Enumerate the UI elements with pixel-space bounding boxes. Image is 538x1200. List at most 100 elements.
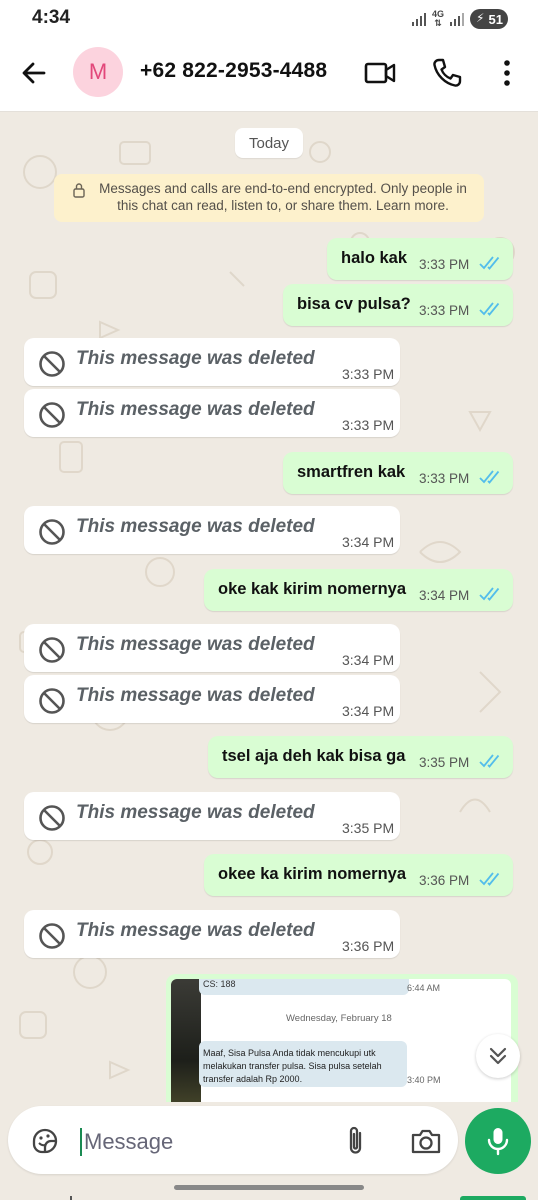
message-text: oke kak kirim nomernya — [218, 580, 407, 598]
charging-bolt-icon: ⚡ — [476, 11, 485, 25]
contact-name[interactable]: +62 822-2953-4488 — [140, 59, 327, 83]
ban-icon — [39, 688, 65, 714]
image-dark-strip — [171, 979, 201, 1102]
double-check-icon — [479, 754, 500, 768]
chat-header: M +62 822-2953-4488 — [0, 36, 538, 112]
attach-icon — [349, 1126, 362, 1154]
image-chip-2: Maaf, Sisa Pulsa Anda tidak mencukupi ut… — [199, 1041, 407, 1087]
image-chip-1: CS: 188 — [199, 979, 409, 995]
more-vert-icon — [504, 60, 510, 86]
deleted-message-text: This message was deleted — [76, 399, 315, 420]
chat-area[interactable]: Today Messages and calls are end-to-end … — [0, 112, 538, 1102]
message-bubble-incoming[interactable]: This message was deleted 3:36 PM — [24, 910, 400, 958]
deleted-message-text: This message was deleted — [76, 634, 315, 655]
camera-icon — [411, 1129, 441, 1154]
lock-icon — [73, 183, 85, 198]
nav-edge-green — [460, 1196, 526, 1200]
ban-icon — [39, 637, 65, 663]
message-text: smartfren kak — [297, 463, 406, 481]
home-indicator[interactable] — [174, 1185, 364, 1190]
encryption-notice-text: Messages and calls are end-to-end encryp… — [99, 181, 467, 213]
double-check-icon — [479, 587, 500, 601]
message-bubble-incoming[interactable]: This message was deleted 3:35 PM — [24, 792, 400, 840]
contact-avatar[interactable]: M — [73, 47, 123, 97]
ban-icon — [39, 519, 65, 545]
camera-button[interactable] — [410, 1126, 442, 1156]
message-bubble-incoming[interactable]: This message was deleted 3:34 PM — [24, 624, 400, 672]
message-bubble-incoming[interactable]: This message was deleted 3:34 PM — [24, 506, 400, 554]
image-date: Wednesday, February 18 — [286, 1013, 392, 1024]
image-chip-2-time: 3:40 PM — [407, 1075, 441, 1085]
message-time: 3:36 PM — [419, 873, 470, 888]
video-call-icon — [364, 62, 396, 84]
message-bubble-outgoing[interactable]: oke kak kirim nomernya 3:34 PM — [204, 569, 513, 611]
message-bubble-outgoing[interactable]: okee ka kirim nomernya 3:36 PM — [204, 854, 513, 896]
mic-icon — [487, 1128, 509, 1156]
battery-level: 51 — [488, 11, 503, 27]
message-input[interactable]: Message — [84, 1129, 173, 1155]
message-text: halo kak — [341, 249, 408, 267]
message-time: 3:33 PM — [419, 257, 470, 272]
status-bar: 4:34 4G ⇅ ⚡ 51 — [0, 0, 538, 36]
deleted-message-text: This message was deleted — [76, 920, 315, 941]
message-bubble-outgoing[interactable]: smartfren kak 3:33 PM — [283, 452, 513, 494]
message-bubble-outgoing[interactable]: halo kak 3:33 PM — [327, 238, 513, 280]
message-text: tsel aja deh kak bisa ga — [222, 747, 406, 765]
scroll-to-bottom-button[interactable] — [476, 1034, 520, 1078]
date-chip: Today — [235, 128, 304, 158]
ban-icon — [39, 402, 65, 428]
chevron-double-down-icon — [489, 1047, 507, 1065]
message-time: 3:33 PM — [342, 366, 395, 382]
screenshot-image[interactable]: CS: 188 6:44 AM Wednesday, February 18 M… — [171, 979, 511, 1102]
message-time: 3:33 PM — [419, 471, 470, 486]
more-options-button[interactable] — [490, 56, 524, 90]
attach-button[interactable] — [342, 1124, 370, 1158]
message-time: 3:35 PM — [419, 755, 470, 770]
message-time: 3:36 PM — [342, 938, 395, 954]
status-icons: 4G ⇅ ⚡ 51 — [411, 8, 508, 30]
message-time: 3:33 PM — [342, 417, 395, 433]
image-message-bubble[interactable]: CS: 188 6:44 AM Wednesday, February 18 M… — [166, 974, 518, 1102]
message-bubble-incoming[interactable]: This message was deleted 3:33 PM — [24, 338, 400, 386]
message-time: 3:35 PM — [342, 820, 395, 836]
message-bubble-outgoing[interactable]: bisa cv pulsa? 3:33 PM — [283, 284, 513, 326]
deleted-message-text: This message was deleted — [76, 516, 315, 537]
message-text: okee ka kirim nomernya — [218, 865, 407, 883]
message-time: 3:34 PM — [342, 703, 395, 719]
back-arrow-icon — [22, 62, 46, 84]
back-button[interactable] — [18, 57, 50, 89]
deleted-message-text: This message was deleted — [76, 802, 315, 823]
message-time: 3:33 PM — [419, 303, 470, 318]
message-time: 3:34 PM — [342, 652, 395, 668]
message-input-container[interactable]: Message — [8, 1106, 458, 1174]
message-bubble-incoming[interactable]: This message was deleted 3:33 PM — [24, 389, 400, 437]
double-check-icon — [479, 470, 500, 484]
voice-call-button[interactable] — [430, 56, 464, 90]
video-call-button[interactable] — [363, 56, 397, 90]
text-cursor — [80, 1128, 82, 1156]
double-check-icon — [479, 302, 500, 316]
message-bubble-outgoing[interactable]: tsel aja deh kak bisa ga 3:35 PM — [208, 736, 513, 778]
ban-icon — [39, 923, 65, 949]
encryption-notice[interactable]: Messages and calls are end-to-end encryp… — [54, 174, 484, 222]
message-bubble-incoming[interactable]: This message was deleted 3:34 PM — [24, 675, 400, 723]
message-time: 3:34 PM — [419, 588, 470, 603]
double-check-icon — [479, 872, 500, 886]
deleted-message-text: This message was deleted — [76, 348, 315, 369]
status-time: 4:34 — [32, 7, 71, 28]
battery-icon: ⚡ 51 — [470, 9, 508, 29]
ban-icon — [39, 351, 65, 377]
signal-icon-2 — [450, 12, 464, 26]
image-chip-1-time: 6:44 AM — [407, 983, 441, 993]
sticker-icon — [32, 1128, 58, 1154]
phone-icon — [433, 58, 462, 87]
message-text: bisa cv pulsa? — [297, 295, 411, 313]
message-time: 3:34 PM — [342, 534, 395, 550]
network-type: 4G ⇅ — [431, 9, 444, 28]
voice-message-button[interactable] — [465, 1108, 531, 1174]
signal-icon — [411, 12, 426, 26]
ban-icon — [39, 805, 65, 831]
nav-edge-mark — [70, 1196, 72, 1200]
deleted-message-text: This message was deleted — [76, 685, 315, 706]
sticker-button[interactable] — [30, 1126, 60, 1156]
